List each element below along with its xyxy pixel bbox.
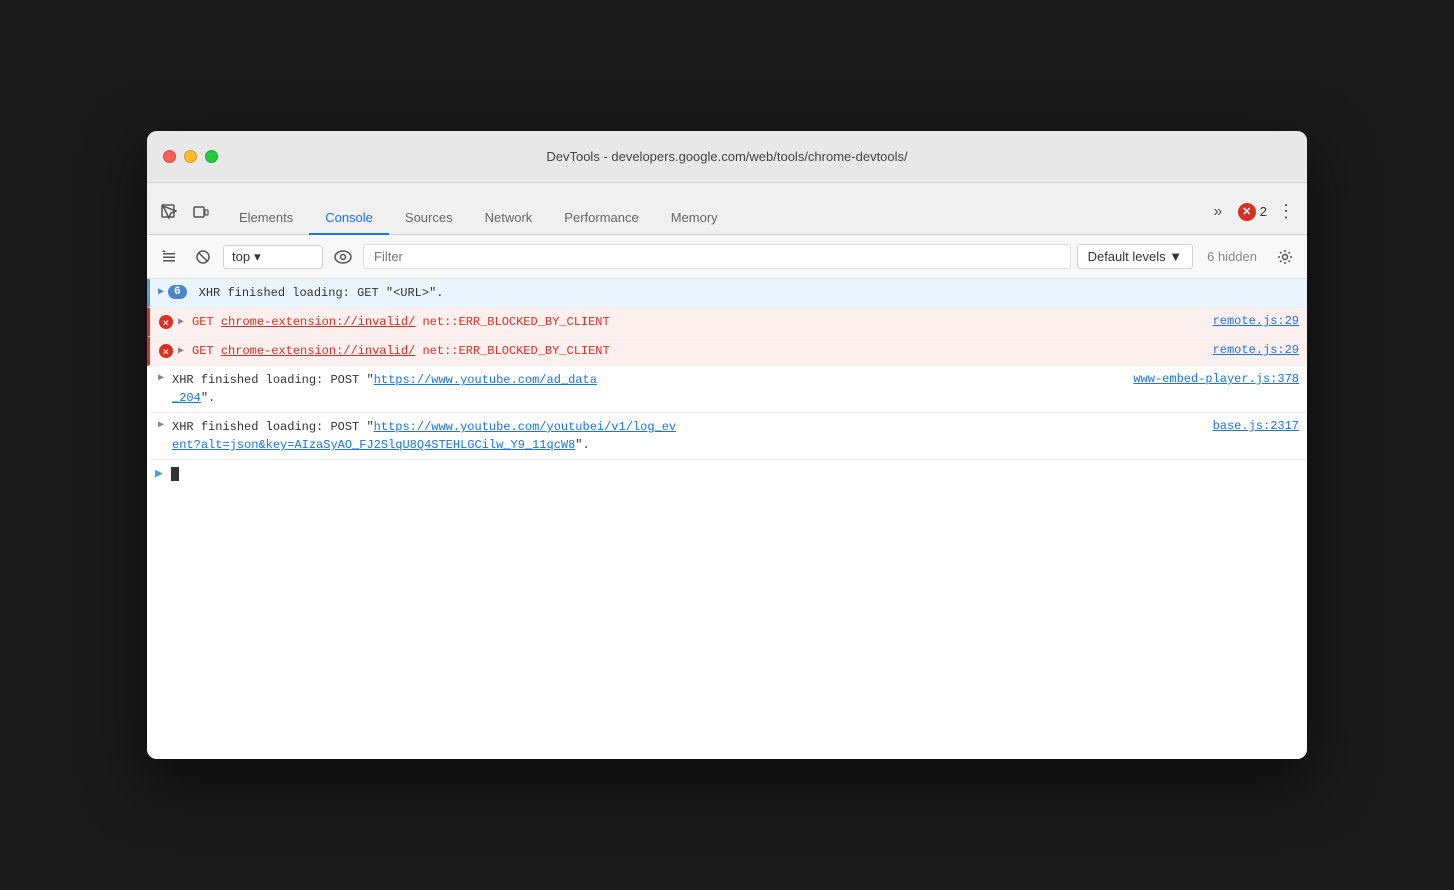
- log-text-error-2: GET chrome-extension://invalid/ net::ERR…: [192, 342, 1197, 360]
- error-badge[interactable]: ✕ 2: [1238, 203, 1267, 221]
- source-link-3[interactable]: www-embed-player.js:378: [1133, 372, 1299, 386]
- cursor: [171, 467, 179, 481]
- tab-network[interactable]: Network: [469, 202, 549, 235]
- traffic-lights: [163, 150, 218, 163]
- tabbar: Elements Console Sources Network Perform…: [147, 183, 1307, 235]
- entry-expand-icon-4[interactable]: ▶: [158, 419, 166, 431]
- more-options-button[interactable]: ⋮: [1273, 197, 1299, 226]
- tab-sources[interactable]: Sources: [389, 202, 469, 235]
- log-entry-xhr-1: ▶ XHR finished loading: POST "https://ww…: [147, 366, 1307, 413]
- tab-performance[interactable]: Performance: [548, 202, 654, 235]
- log-text-error-1: GET chrome-extension://invalid/ net::ERR…: [192, 313, 1197, 331]
- log-text-xhr-1: XHR finished loading: POST "https://www.…: [172, 371, 1117, 407]
- svg-text:✕: ✕: [163, 347, 170, 359]
- more-tabs-button[interactable]: »: [1204, 198, 1232, 226]
- tabbar-left-icons: [155, 198, 215, 234]
- close-button[interactable]: [163, 150, 176, 163]
- svg-text:✕: ✕: [163, 318, 170, 330]
- hidden-count-label: 6 hidden: [1199, 249, 1265, 264]
- entry-expand-icon-3[interactable]: ▶: [158, 372, 166, 384]
- tab-elements[interactable]: Elements: [223, 202, 309, 235]
- prompt-icon: ▶: [155, 466, 163, 481]
- log-text-xhr-2: XHR finished loading: POST "https://www.…: [172, 418, 1197, 454]
- tab-console[interactable]: Console: [309, 202, 389, 235]
- context-selector[interactable]: top ▾: [223, 245, 323, 269]
- log-entry-error-2: ✕ ▶ GET chrome-extension://invalid/ net:…: [147, 337, 1307, 366]
- error-entry-icon-2: ✕ ▶: [158, 343, 186, 359]
- error-icon: ✕: [1238, 203, 1256, 221]
- console-settings-button[interactable]: [1271, 243, 1299, 271]
- entry-expand[interactable]: ▶: [178, 316, 184, 328]
- console-toolbar: top ▾ Default levels ▼ 6 hidden: [147, 235, 1307, 279]
- tabbar-right: » ✕ 2 ⋮: [1204, 197, 1299, 234]
- entry-expand-2[interactable]: ▶: [178, 345, 184, 357]
- inspect-element-button[interactable]: [155, 198, 183, 226]
- console-input-line[interactable]: ▶: [147, 460, 1307, 487]
- error-entry-icon: ✕ ▶: [158, 314, 186, 330]
- device-toggle-button[interactable]: [187, 198, 215, 226]
- filter-input[interactable]: [363, 244, 1071, 269]
- source-link-2[interactable]: remote.js:29: [1213, 343, 1299, 357]
- window-title: DevTools - developers.google.com/web/too…: [546, 149, 907, 164]
- log-entry-xhr-2: ▶ XHR finished loading: POST "https://ww…: [147, 413, 1307, 460]
- source-link[interactable]: remote.js:29: [1213, 314, 1299, 328]
- devtools-window: DevTools - developers.google.com/web/too…: [147, 131, 1307, 759]
- log-entry-error-1: ✕ ▶ GET chrome-extension://invalid/ net:…: [147, 308, 1307, 337]
- expand-icon[interactable]: ▶ 6: [158, 285, 193, 299]
- log-entry: ▶ 6 XHR finished loading: GET "<URL>".: [147, 279, 1307, 308]
- tab-memory[interactable]: Memory: [655, 202, 734, 235]
- source-link-4[interactable]: base.js:2317: [1213, 419, 1299, 433]
- error-x-icon-2: ✕: [158, 343, 174, 359]
- block-network-button[interactable]: [189, 243, 217, 271]
- titlebar: DevTools - developers.google.com/web/too…: [147, 131, 1307, 183]
- minimize-button[interactable]: [184, 150, 197, 163]
- log-levels-button[interactable]: Default levels ▼: [1077, 244, 1194, 269]
- log-text: XHR finished loading: GET "<URL>".: [199, 284, 1299, 302]
- count-badge: 6: [168, 285, 187, 299]
- console-content: ▶ 6 XHR finished loading: GET "<URL>". ✕…: [147, 279, 1307, 759]
- error-count: 2: [1260, 204, 1267, 219]
- eye-button[interactable]: [329, 243, 357, 271]
- maximize-button[interactable]: [205, 150, 218, 163]
- error-x-icon: ✕: [158, 314, 174, 330]
- clear-console-button[interactable]: [155, 243, 183, 271]
